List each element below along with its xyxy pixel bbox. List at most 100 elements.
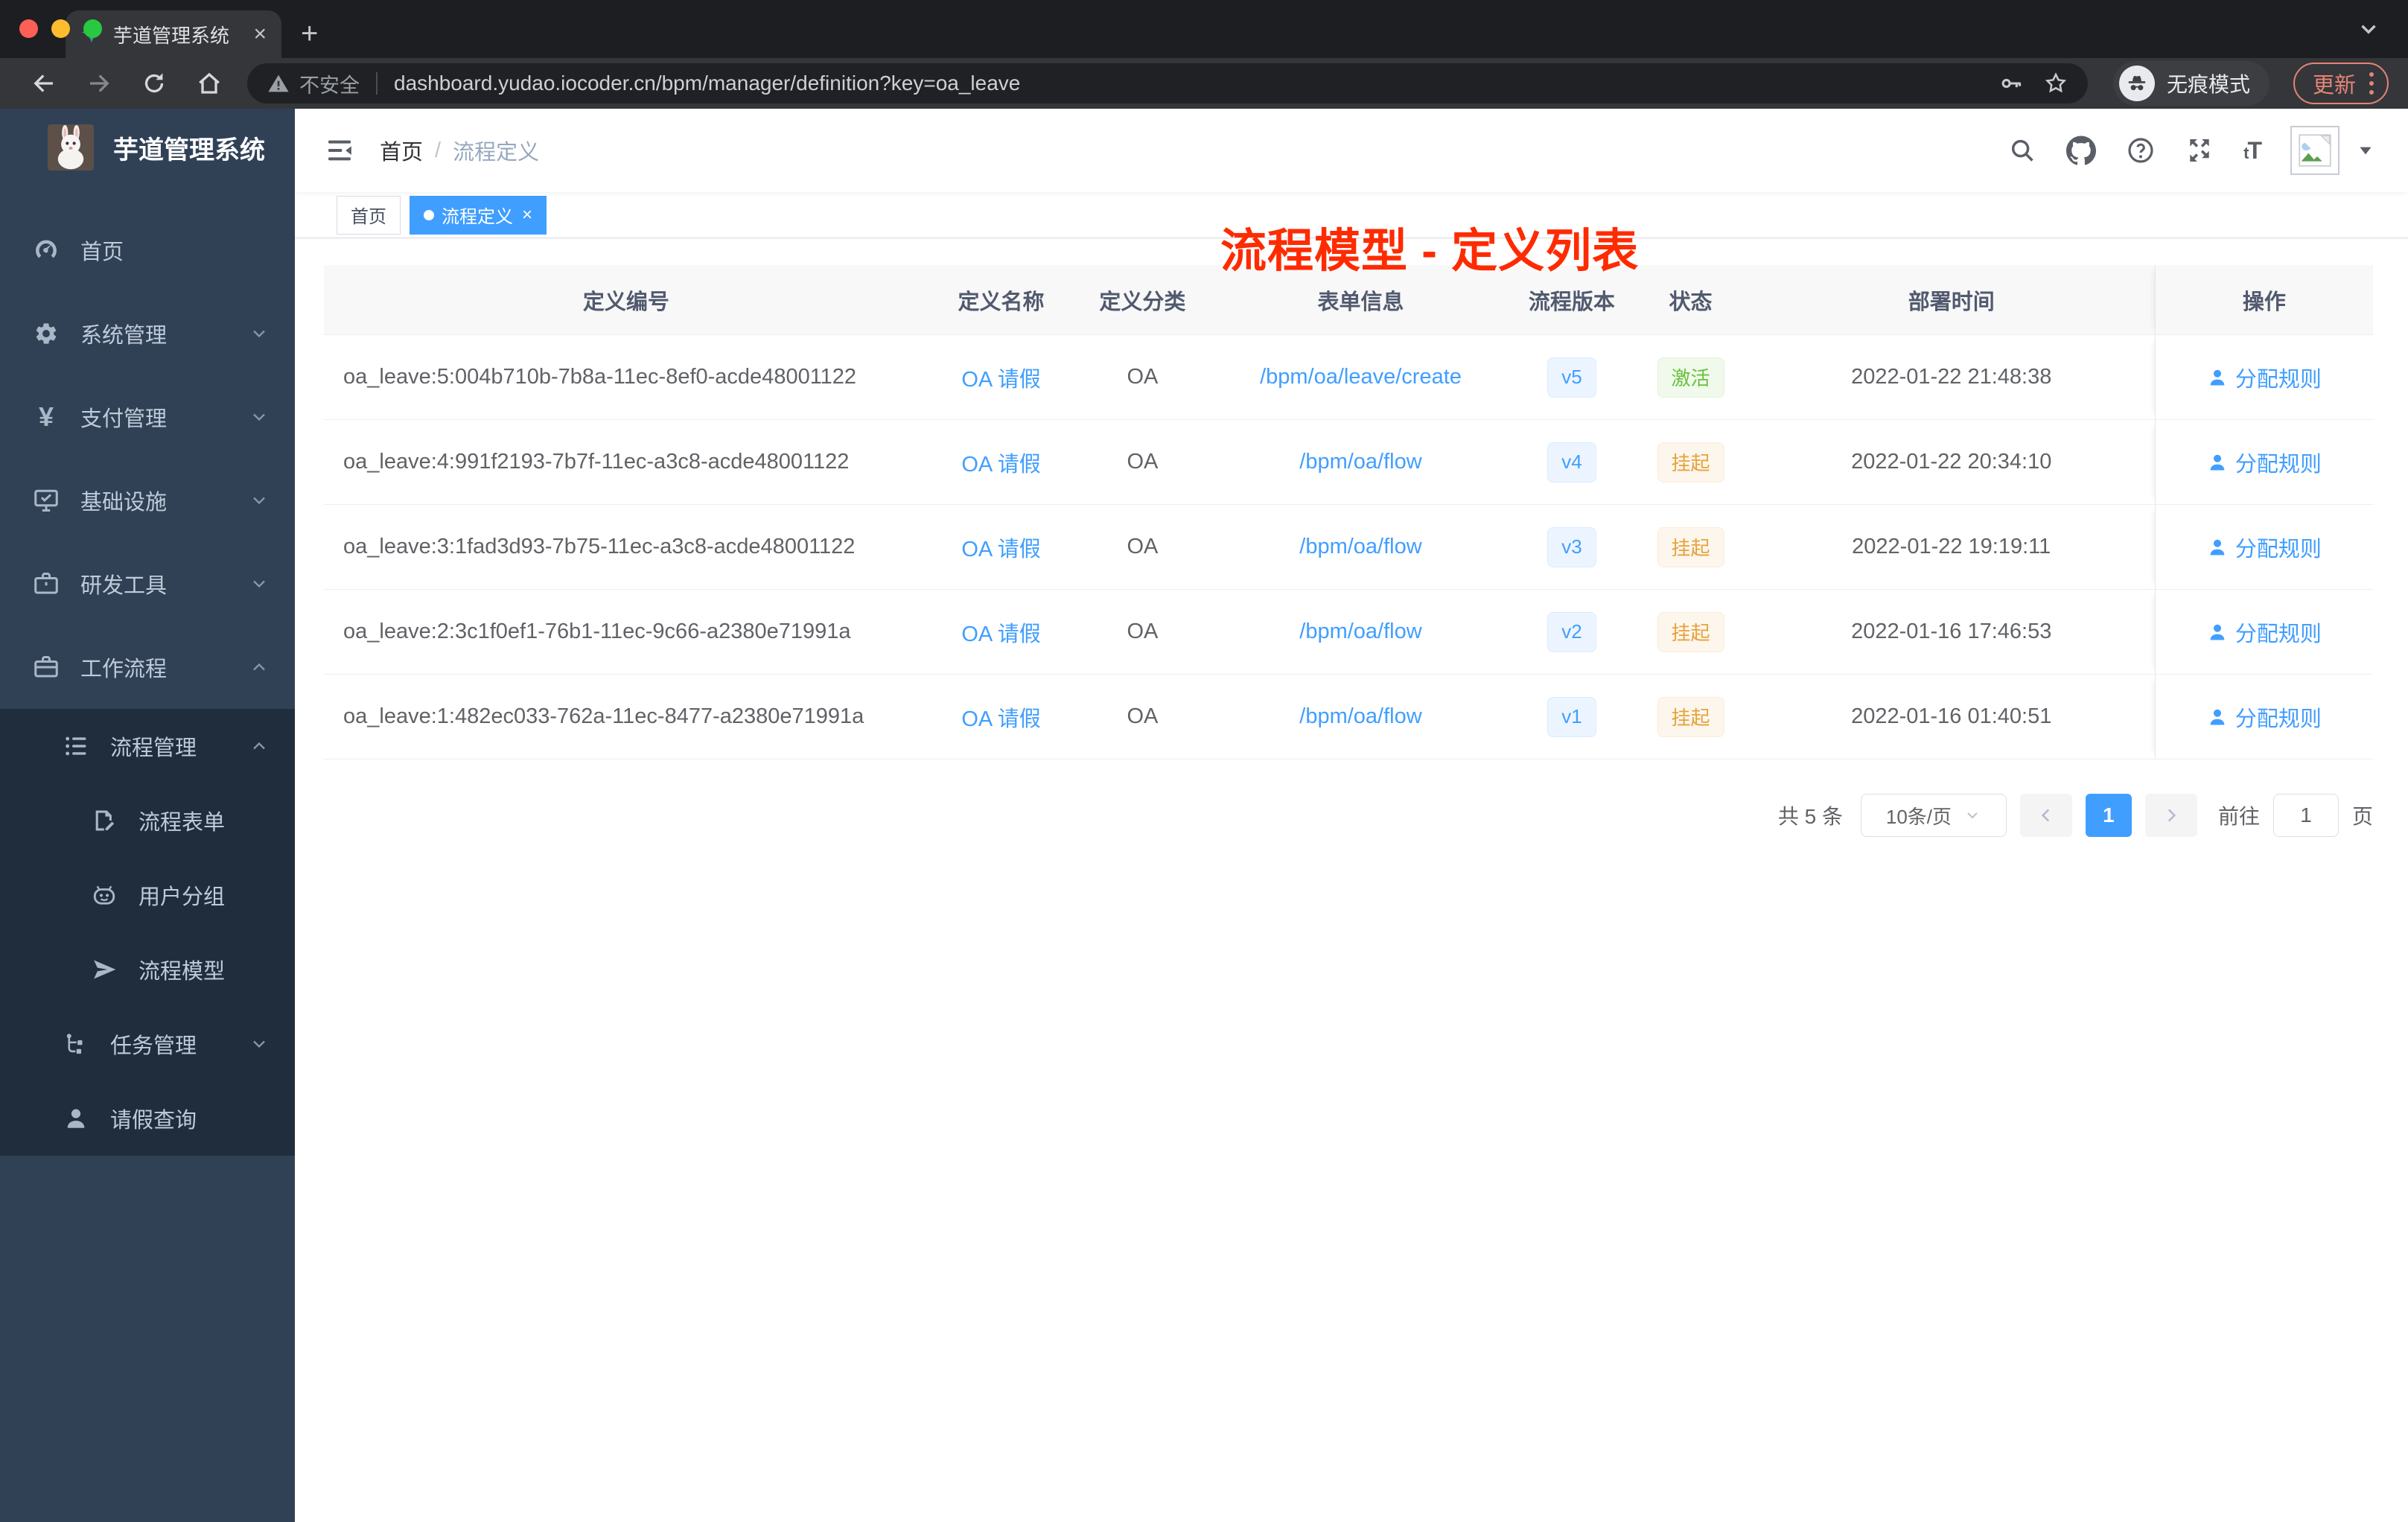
incognito-icon — [2118, 66, 2155, 101]
sidebar-item-11[interactable]: 请假查询 — [0, 1081, 295, 1156]
security-label[interactable]: 不安全 — [299, 69, 360, 98]
bookmark-star-icon[interactable] — [2043, 71, 2068, 96]
assign-rule-button[interactable]: 分配规则 — [2207, 447, 2322, 478]
new-tab-button[interactable]: + — [301, 17, 318, 51]
form-link[interactable]: /bpm/oa/leave/create — [1260, 365, 1462, 389]
definition-name-link[interactable]: OA 请假 — [961, 447, 1040, 478]
definition-name-link[interactable]: OA 请假 — [961, 701, 1040, 733]
form-link[interactable]: /bpm/oa/flow — [1299, 704, 1421, 729]
assign-rule-button[interactable]: 分配规则 — [2207, 362, 2322, 393]
next-page-button[interactable] — [2144, 794, 2197, 837]
tree-icon — [63, 1031, 89, 1057]
cell-version: v1 — [1510, 675, 1633, 759]
version-badge: v1 — [1547, 696, 1596, 737]
definition-name-link[interactable]: OA 请假 — [961, 532, 1040, 563]
page-size-select[interactable]: 10条/页 — [1860, 794, 2007, 837]
sidebar-item-7[interactable]: 流程表单 — [0, 783, 295, 858]
font-size-icon[interactable]: tT — [2243, 137, 2262, 165]
search-icon[interactable] — [2008, 136, 2036, 165]
sidebar-item-4[interactable]: 研发工具 — [0, 542, 295, 625]
goto-page-input[interactable] — [2272, 794, 2339, 837]
cell-definition-name: OA 请假 — [929, 335, 1074, 419]
cell-actions: 分配规则 — [2154, 335, 2373, 419]
tag-active-dot — [424, 209, 434, 220]
tag-close-icon[interactable]: × — [522, 205, 532, 226]
window-minimize-button[interactable] — [51, 19, 70, 38]
hamburger-icon[interactable] — [322, 133, 357, 168]
sidebar-item-label: 流程管理 — [110, 736, 197, 760]
forward-icon[interactable] — [74, 63, 124, 104]
chevron-up-icon — [249, 736, 270, 757]
cell-definition-id: oa_leave:5:004b710b-7b8a-11ec-8ef0-acde4… — [343, 365, 857, 389]
back-icon[interactable] — [19, 63, 69, 104]
browser-update-button[interactable]: 更新 — [2293, 63, 2389, 104]
cell-form-info: /bpm/oa/flow — [1211, 420, 1511, 504]
form-link[interactable]: /bpm/oa/flow — [1299, 620, 1421, 644]
toolbox-icon — [33, 570, 60, 597]
sidebar-item-label: 系统管理 — [80, 324, 168, 348]
cell-category: OA — [1127, 620, 1159, 643]
reload-icon[interactable] — [130, 63, 179, 104]
cell-category: OA — [1127, 704, 1159, 728]
version-badge: v4 — [1547, 442, 1596, 483]
cell-version: v2 — [1510, 590, 1633, 674]
url-bar[interactable]: 不安全 dashboard.yudao.iocoder.cn/bpm/manag… — [247, 63, 2088, 104]
sidebar-item-3[interactable]: 基础设施 — [0, 459, 295, 542]
prev-page-button[interactable] — [2019, 794, 2072, 837]
sidebar-item-0[interactable]: 首页 — [0, 208, 295, 292]
tab-close-icon[interactable]: × — [253, 22, 267, 47]
url-text[interactable]: dashboard.yudao.iocoder.cn/bpm/manager/d… — [394, 71, 1979, 95]
form-link[interactable]: /bpm/oa/flow — [1299, 450, 1421, 474]
browser-menu-icon[interactable] — [2369, 72, 2374, 95]
column-header: 定义名称 — [958, 290, 1045, 314]
assign-rule-button[interactable]: 分配规则 — [2207, 701, 2322, 733]
assign-rule-label: 分配规则 — [2235, 452, 2322, 477]
sidebar-item-5[interactable]: 工作流程 — [0, 625, 295, 709]
pagination-total: 共 5 条 — [1777, 805, 1843, 828]
tag-home[interactable]: 首页 — [337, 195, 401, 235]
help-icon[interactable] — [2126, 136, 2156, 165]
cell-form-info: /bpm/oa/flow — [1211, 590, 1511, 674]
window-close-button[interactable] — [19, 19, 38, 38]
tag-process-definition[interactable]: 流程定义 × — [410, 195, 547, 235]
sidebar-item-label: 请假查询 — [110, 1109, 197, 1133]
sidebar-logo[interactable]: 芋道管理系统 — [0, 109, 295, 186]
sidebar-item-label: 任务管理 — [110, 1034, 197, 1058]
sidebar-item-2[interactable]: ¥ 支付管理 — [0, 375, 295, 459]
browser-toolbar: 不安全 dashboard.yudao.iocoder.cn/bpm/manag… — [0, 58, 2408, 109]
sidebar-item-8[interactable]: 用户分组 — [0, 858, 295, 932]
sidebar-item-6[interactable]: 流程管理 — [0, 709, 295, 783]
column-header: 状态 — [1669, 290, 1713, 314]
content: 定义编号 定义名称 定义分类 表单信息 流程版本 状态 部署时间 操作 oa_leave:5:0… — [295, 238, 2408, 1522]
definition-name-link[interactable]: OA 请假 — [961, 617, 1040, 648]
home-icon[interactable] — [185, 63, 234, 104]
breadcrumb-separator: / — [435, 138, 442, 162]
avatar-caret-down-icon[interactable] — [2356, 141, 2375, 160]
fullscreen-icon[interactable] — [2185, 136, 2214, 165]
github-icon[interactable] — [2066, 136, 2097, 165]
goto-label: 前往 — [2217, 805, 2260, 828]
tab-search-chevron-icon[interactable] — [2356, 16, 2381, 45]
assign-rule-label: 分配规则 — [2235, 537, 2322, 561]
sidebar-item-label: 用户分组 — [138, 885, 226, 909]
sidebar-item-9[interactable]: 流程模型 — [0, 932, 295, 1007]
cell-category: OA — [1127, 450, 1159, 474]
assign-rule-button[interactable]: 分配规则 — [2207, 617, 2322, 648]
cell-status: 激活 — [1633, 335, 1748, 419]
security-warning-icon[interactable] — [267, 71, 290, 95]
cell-deploy-time: 2022-01-22 20:34:10 — [1851, 450, 2052, 474]
sidebar-item-10[interactable]: 任务管理 — [0, 1007, 295, 1081]
key-icon[interactable] — [1998, 71, 2024, 96]
current-page-button[interactable]: 1 — [2085, 794, 2132, 837]
definition-name-link[interactable]: OA 请假 — [961, 362, 1040, 393]
assign-rule-button[interactable]: 分配规则 — [2207, 532, 2322, 563]
sidebar-item-label: 研发工具 — [80, 574, 168, 598]
form-link[interactable]: /bpm/oa/flow — [1299, 535, 1421, 559]
window-zoom-button[interactable] — [83, 19, 102, 38]
breadcrumb-home[interactable]: 首页 — [380, 135, 423, 166]
assign-rule-label: 分配规则 — [2235, 707, 2322, 731]
sidebar-item-1[interactable]: 系统管理 — [0, 292, 295, 375]
cell-category: OA — [1127, 535, 1159, 558]
cell-definition-name: OA 请假 — [929, 505, 1074, 589]
avatar[interactable] — [2290, 126, 2339, 175]
